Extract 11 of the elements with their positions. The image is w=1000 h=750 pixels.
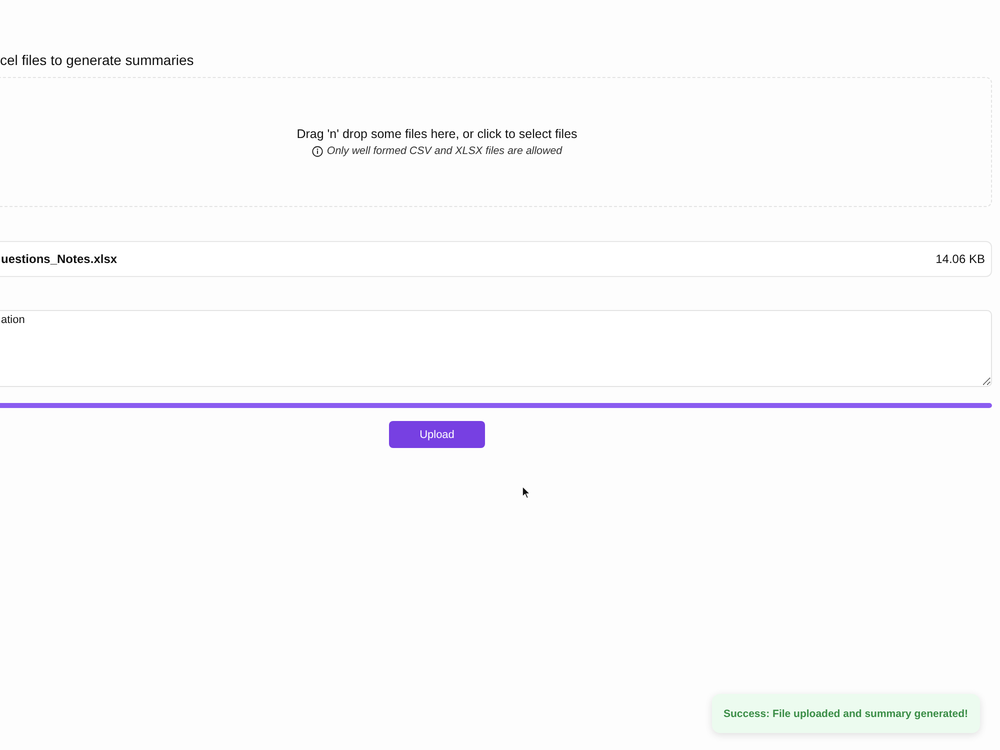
mouse-pointer-icon: [522, 486, 531, 499]
file-dropzone[interactable]: Drag 'n' drop some files here, or click to select files Only well formed CSV and XLSX files are allowed: [0, 77, 992, 207]
info-icon: [312, 146, 323, 156]
file-name: uestions_Notes.xlsx: [1, 252, 118, 266]
description-field[interactable]: ation: [0, 310, 992, 387]
upload-button[interactable]: Upload: [389, 421, 485, 448]
page-heading: cel files to generate summaries: [0, 51, 194, 70]
success-toast: Success: File uploaded and summary generated!: [712, 694, 980, 733]
file-size: 14.06 KB: [936, 252, 985, 266]
dropzone-prompt: Drag 'n' drop some files here, or click to select files: [296, 126, 578, 143]
dropzone-hint: Only well formed CSV and XLSX files are allowed: [326, 144, 562, 158]
